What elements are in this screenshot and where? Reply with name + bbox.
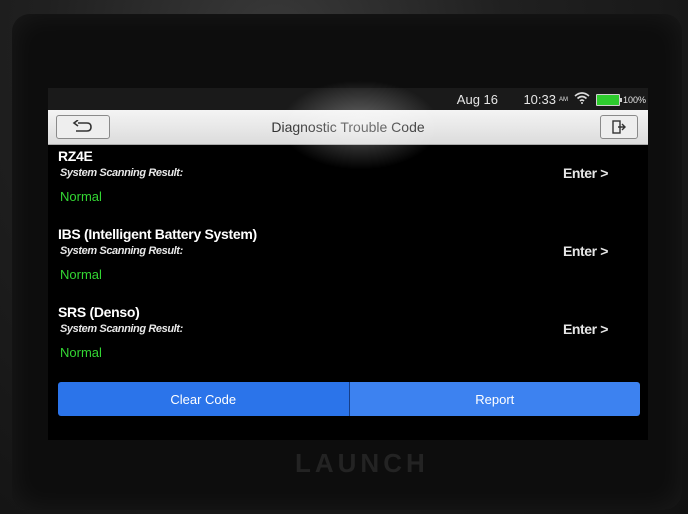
battery-level: 100%: [622, 95, 646, 105]
clear-code-button[interactable]: Clear Code: [58, 382, 350, 416]
system-name: RZ4E: [58, 148, 93, 164]
scan-status: Normal: [60, 267, 102, 282]
scan-status: Normal: [60, 345, 102, 360]
system-list: RZ4E System Scanning Result: Normal Ente…: [48, 148, 648, 382]
exit-button[interactable]: [600, 115, 638, 139]
battery-icon: [596, 94, 622, 106]
status-date: Aug 16: [456, 92, 498, 107]
bottom-action-bar: Clear Code Report: [58, 382, 640, 416]
status-ampm: AM: [559, 97, 568, 103]
scan-status: Normal: [60, 189, 102, 204]
status-time: 10:33: [523, 92, 556, 107]
list-item: IBS (Intelligent Battery System) System …: [48, 226, 648, 304]
system-name: IBS (Intelligent Battery System): [58, 226, 257, 242]
scan-result-label: System Scanning Result:: [60, 167, 183, 179]
enter-button[interactable]: Enter >: [563, 243, 608, 259]
scan-result-label: System Scanning Result:: [60, 245, 183, 257]
report-button[interactable]: Report: [349, 382, 640, 416]
enter-button[interactable]: Enter >: [563, 321, 608, 337]
wifi-icon: [574, 92, 590, 104]
scan-result-label: System Scanning Result:: [60, 323, 183, 335]
brand-logo: LAUNCH: [295, 448, 429, 478]
title-bar: Diagnostic Trouble Code: [48, 110, 648, 145]
list-item: SRS (Denso) System Scanning Result: Norm…: [48, 304, 648, 382]
enter-button[interactable]: Enter >: [563, 165, 608, 181]
tablet-screen: Aug 16 10:33 AM 100% Diagnostic Trouble …: [48, 88, 648, 440]
status-bar: Aug 16 10:33 AM 100%: [48, 88, 648, 110]
page-title: Diagnostic Trouble Code: [271, 119, 425, 135]
system-name: SRS (Denso): [58, 304, 140, 320]
exit-icon: [612, 120, 626, 134]
list-item: RZ4E System Scanning Result: Normal Ente…: [48, 148, 648, 226]
